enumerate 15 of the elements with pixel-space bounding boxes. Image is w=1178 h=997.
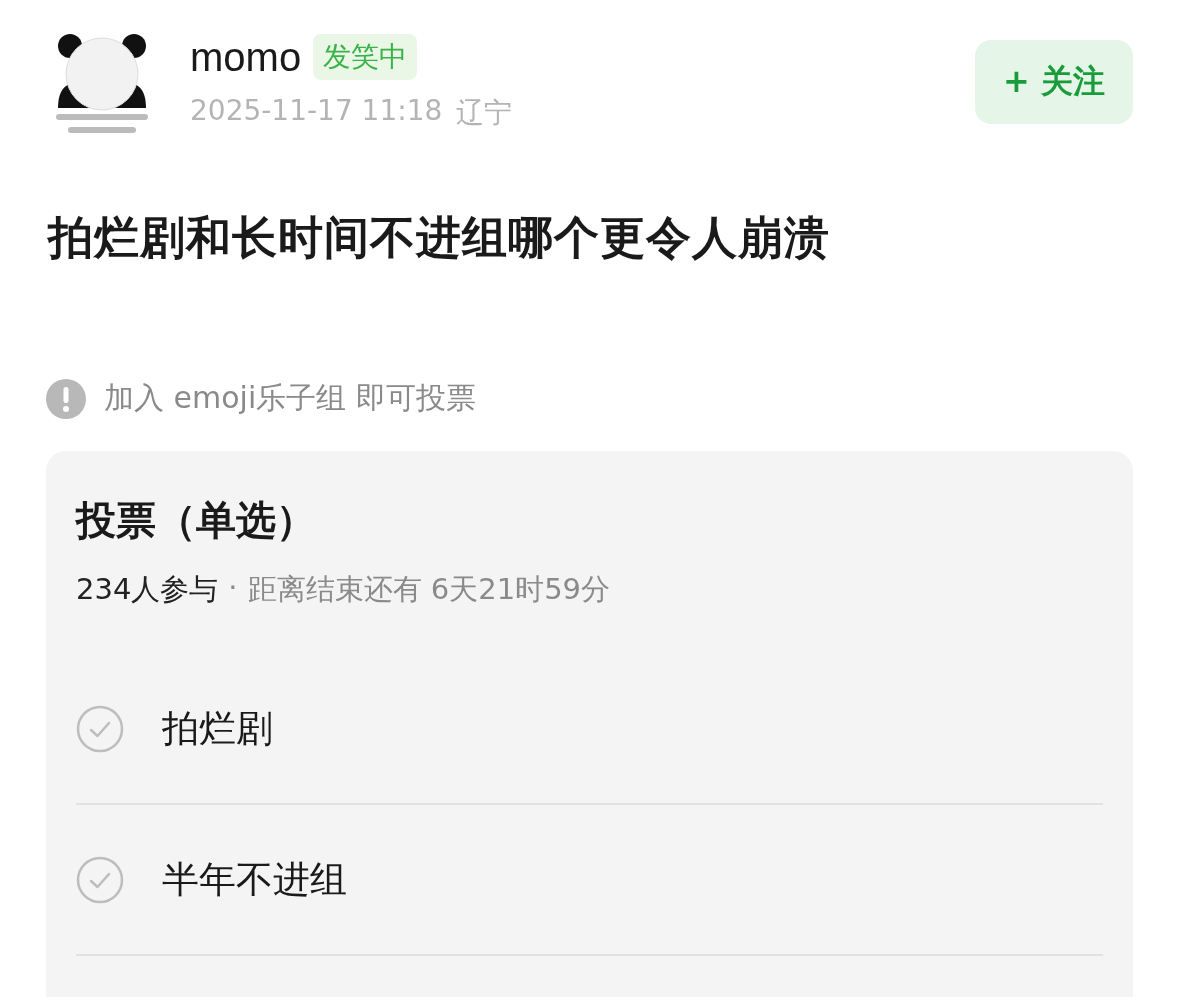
poll-option[interactable]: 拍烂剧: [162, 703, 273, 754]
poll-title: 投票（单选）: [76, 496, 317, 545]
post-location: 辽宁: [456, 95, 513, 131]
separator-dot: ·: [228, 570, 238, 606]
check-circle-icon[interactable]: [76, 704, 124, 753]
participant-count: 234人参与: [76, 571, 219, 608]
post-time: 2025-11-17 11:18: [190, 94, 443, 129]
poll-option[interactable]: 半年不进组: [162, 854, 347, 905]
status-badge: 发笑中: [313, 34, 418, 80]
user-name[interactable]: momo: [190, 34, 302, 80]
check-circle-icon[interactable]: [76, 855, 124, 904]
post-title: 拍烂剧和长时间不进组哪个更令人崩溃: [48, 210, 831, 266]
alert-icon: [46, 378, 86, 419]
time-remaining: 距离结束还有 6天21时59分: [247, 571, 611, 608]
notice-text: 加入 emoji乐子组 即可投票: [104, 379, 476, 417]
